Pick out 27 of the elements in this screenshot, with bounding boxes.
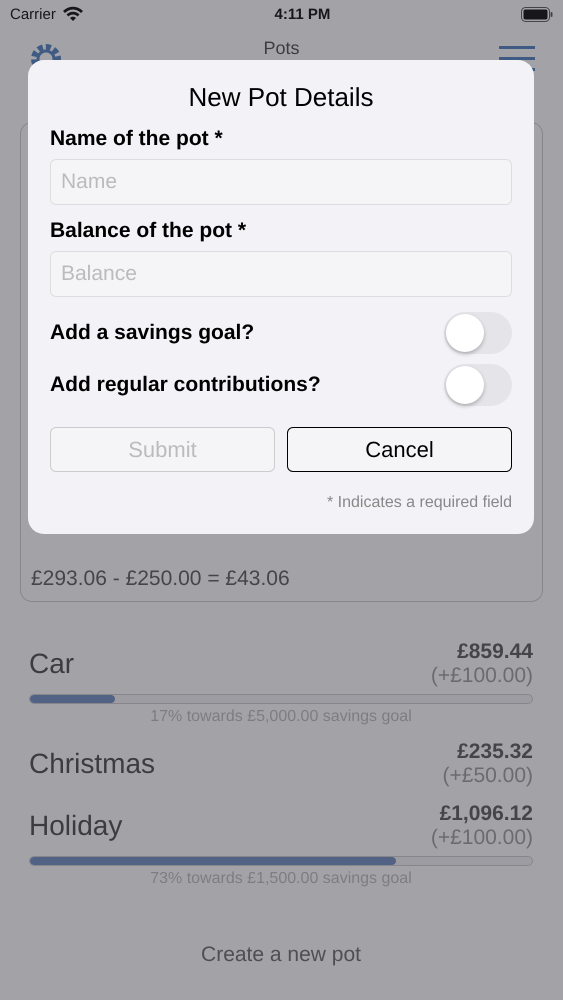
toggle-label: Add regular contributions?	[50, 373, 321, 397]
pot-name: Holiday	[29, 810, 122, 842]
pot-amount: £859.44	[457, 640, 533, 664]
pot-amount: £235.32	[457, 740, 533, 764]
input-field[interactable]: Name	[50, 159, 512, 205]
wifi-icon	[62, 6, 84, 22]
input-field[interactable]: Balance	[50, 251, 512, 297]
battery-icon	[521, 6, 553, 22]
balance-calculation: £293.06 - £250.00 = £43.06	[31, 567, 291, 591]
toggle-switch[interactable]	[444, 312, 512, 354]
cancel-button[interactable]: Cancel	[287, 427, 512, 472]
field-label: Balance of the pot *	[50, 219, 248, 243]
nav-title: Pots	[263, 38, 300, 59]
pot-contribution: (+£100.00)	[430, 826, 533, 850]
create-pot-button[interactable]: Create a new pot	[195, 942, 367, 968]
pot-contribution: (+£100.00)	[430, 664, 533, 688]
pot-amount: £1,096.12	[440, 802, 533, 826]
pot-name: Christmas	[29, 748, 156, 780]
pot-name: Car	[29, 648, 74, 680]
dialog-title: New Pot Details	[188, 82, 374, 113]
toggle-switch[interactable]	[444, 364, 512, 406]
field-label: Name of the pot *	[50, 127, 224, 151]
carrier-label: Carrier	[10, 6, 56, 22]
pot-contribution: (+£50.00)	[442, 764, 533, 788]
toggle-label: Add a savings goal?	[50, 321, 254, 345]
clock: 4:11 PM	[274, 6, 330, 22]
required-note: * Indicates a required field	[326, 494, 512, 512]
